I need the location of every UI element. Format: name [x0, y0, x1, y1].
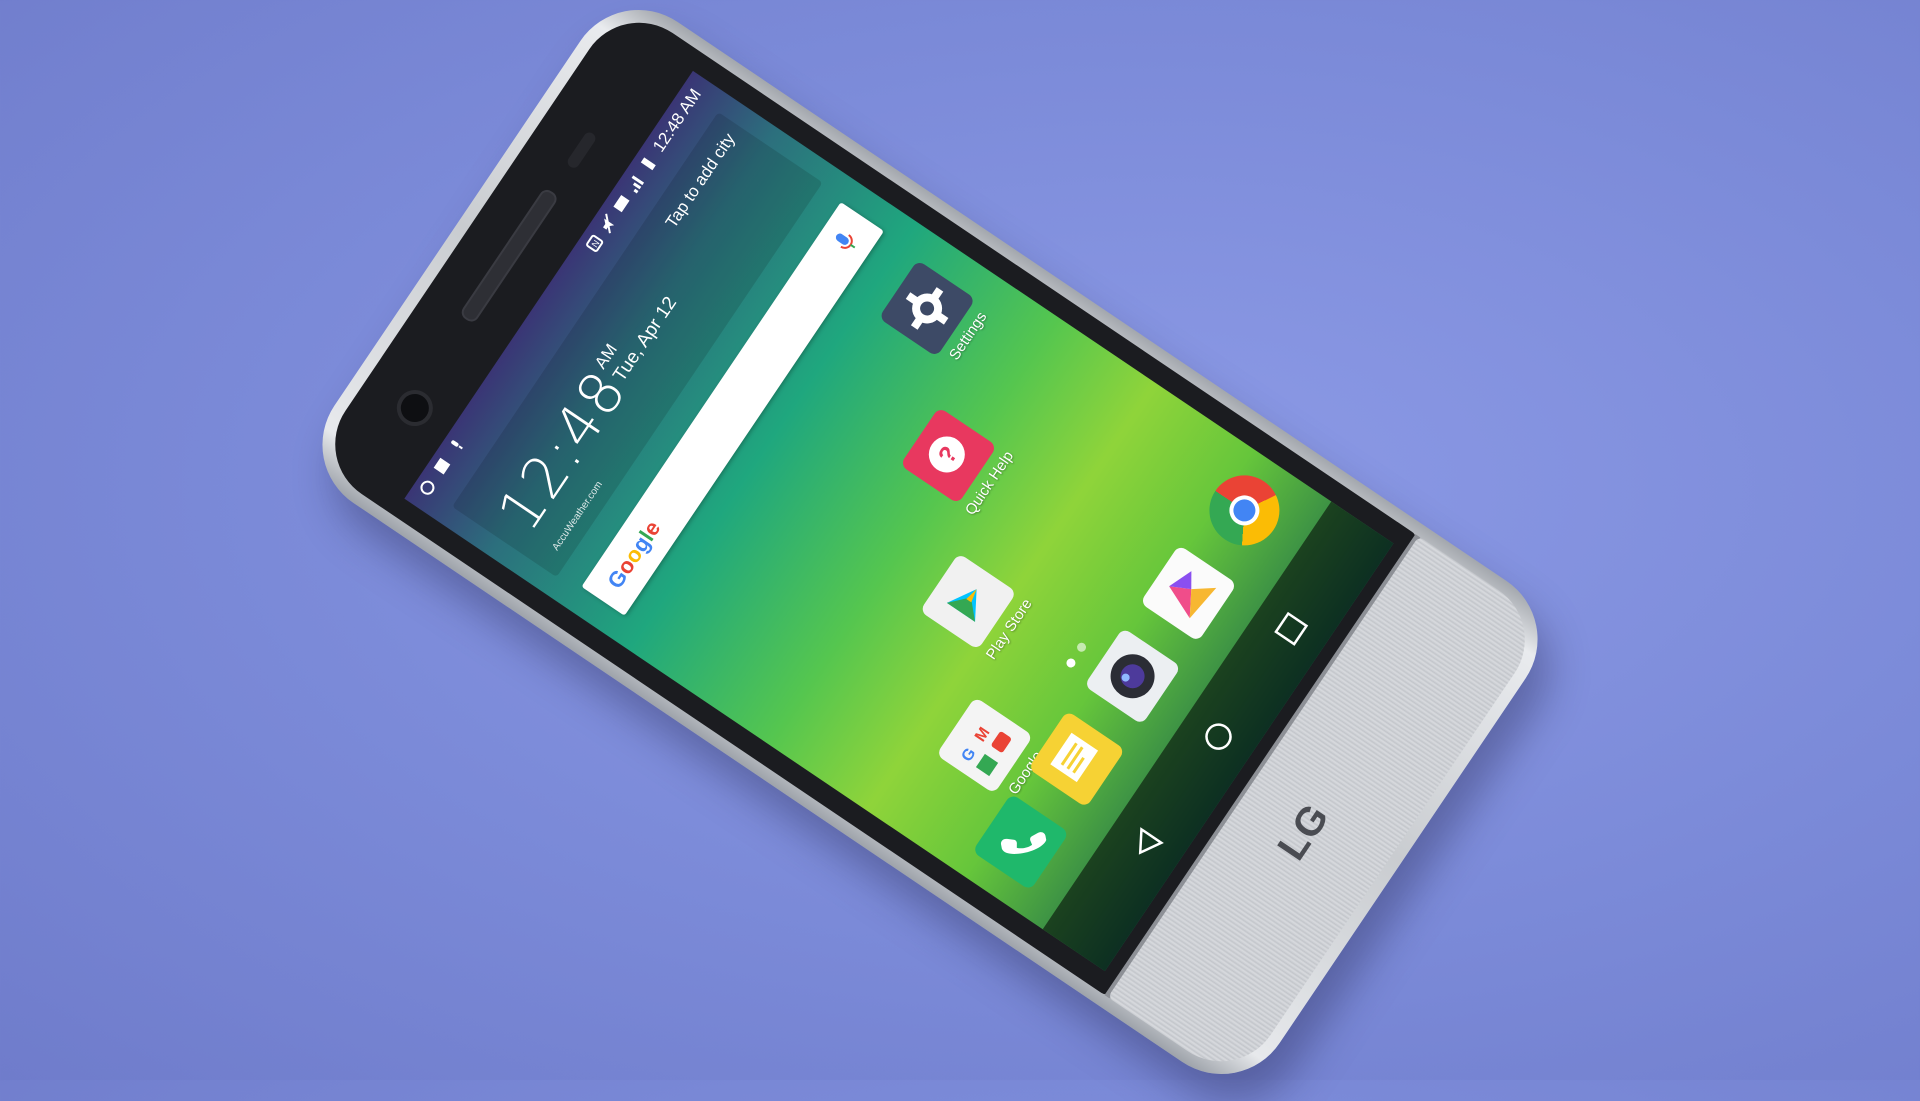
svg-text:G: G	[959, 745, 980, 765]
recents-icon[interactable]	[1266, 604, 1316, 654]
svg-text:M: M	[972, 724, 994, 745]
app-quick-help[interactable]: ? Quick Help	[892, 395, 1025, 530]
page-dot	[1075, 640, 1088, 654]
back-icon[interactable]	[1121, 819, 1171, 869]
app-settings[interactable]: Settings	[870, 247, 1003, 382]
page-indicator	[1064, 640, 1088, 670]
home-icon[interactable]	[1194, 712, 1244, 762]
scene: N 12:48 AM 12:48 AM Tue, Apr 12 Tap to a…	[0, 0, 1920, 1101]
lg-g5-phone: N 12:48 AM 12:48 AM Tue, Apr 12 Tap to a…	[295, 0, 1565, 1101]
app-play-store[interactable]: Play Store	[911, 541, 1044, 676]
page-dot-active	[1064, 656, 1078, 670]
